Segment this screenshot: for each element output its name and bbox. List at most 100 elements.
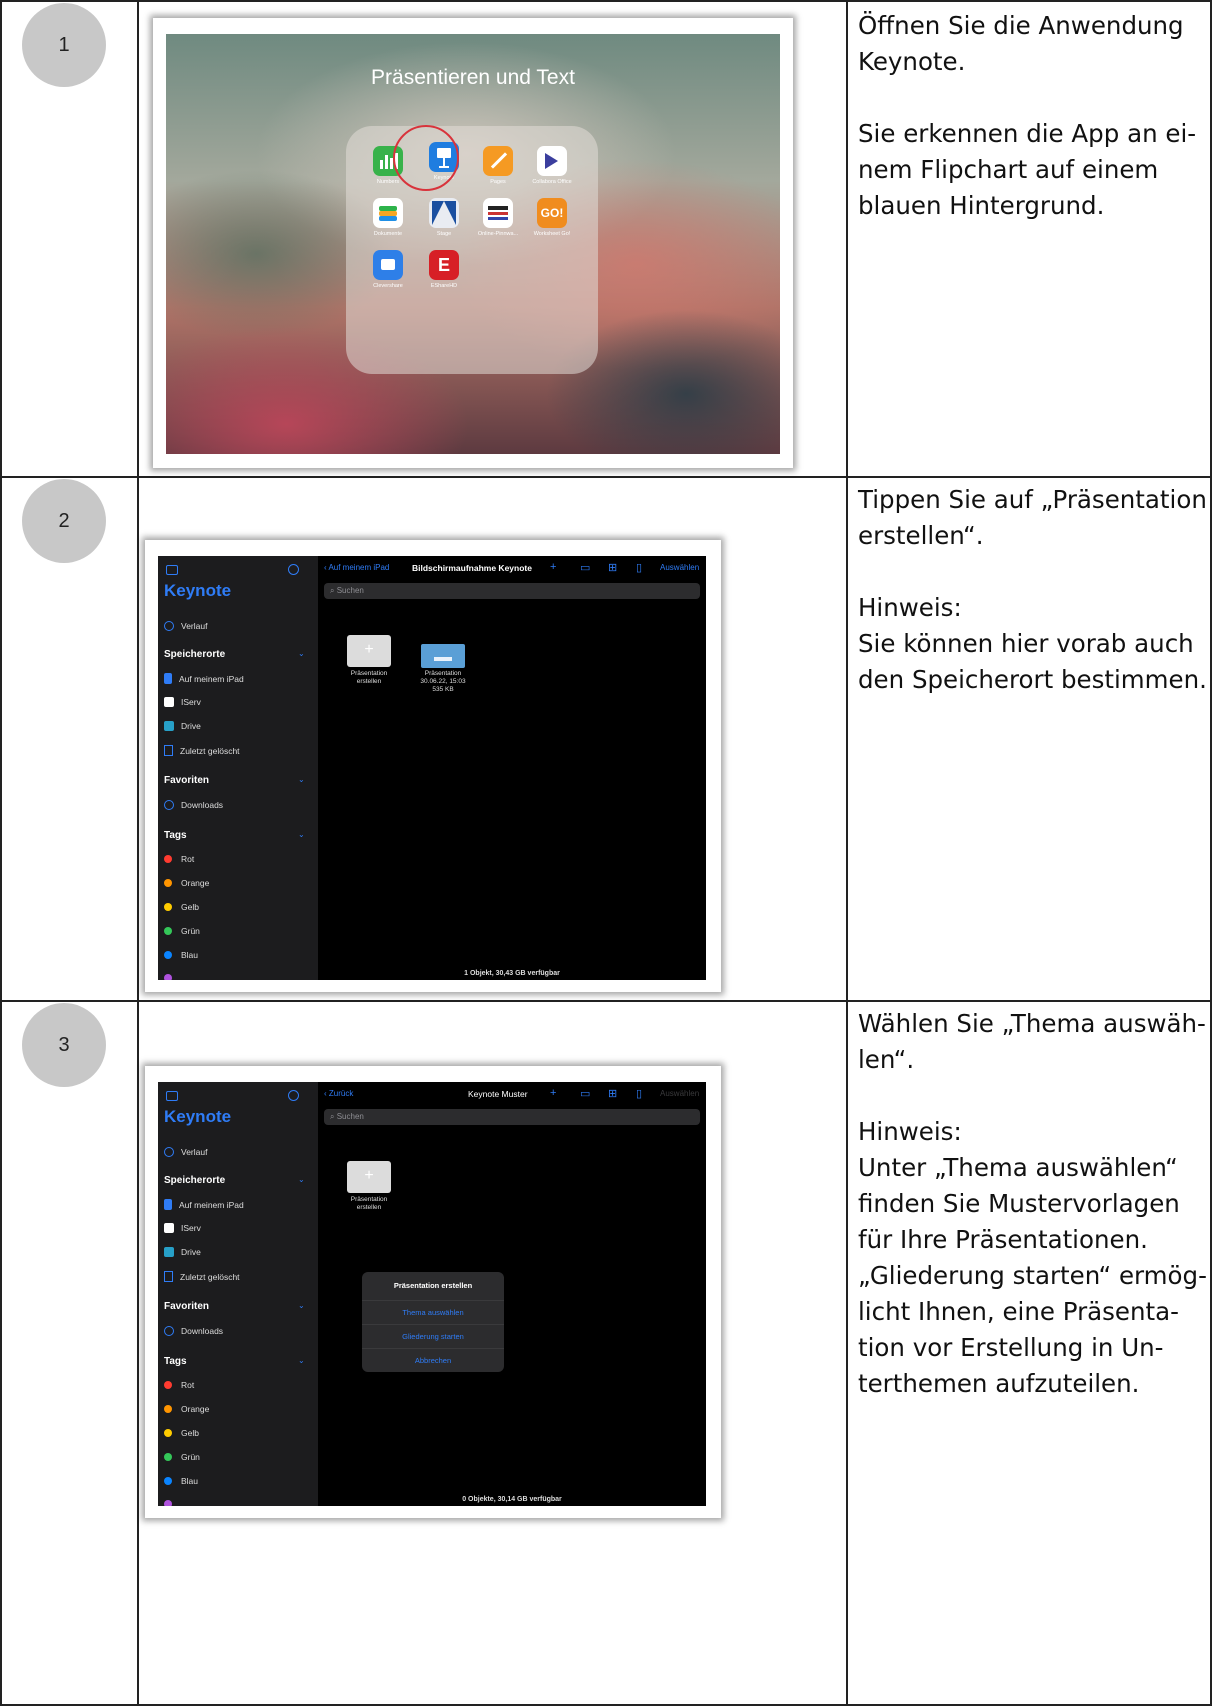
sidebar-item-tag-yellow[interactable]: Gelb [164,1428,199,1438]
sidebar-item-recently-deleted[interactable]: Zuletzt gelöscht [164,745,240,756]
chevron-down-icon[interactable]: ⌄ [298,1356,305,1365]
section-header-favorites: Favoriten [164,1301,210,1312]
tag-dot [164,951,172,959]
sidebar-item-iserv[interactable]: IServ [164,1223,201,1233]
sidebar-item-downloads[interactable]: Downloads [164,1326,223,1336]
new-folder-icon[interactable]: ▭ [580,561,590,574]
app-dokumente[interactable]: Dokumente [360,198,416,237]
back-button[interactable]: ‹ Auf meinem iPad [324,563,389,572]
sidebar-item-iserv[interactable]: IServ [164,697,201,707]
description-line: terthemen aufzuteilen. [858,1369,1140,1398]
file-info: Präsentation 30.06.22, 15:03 535 KB [414,670,472,694]
tile-label: Präsentation erstellen [340,670,398,686]
choose-theme-button[interactable]: Thema auswählen [362,1301,504,1325]
sidebar-toggle-icon[interactable] [166,565,178,575]
app-worksheet-go[interactable]: GO! Worksheet Go! [524,198,580,237]
ipad-home-screen: Präsentieren und Text Numbers Keynote Pa… [166,34,780,454]
sidebar-item-tag-yellow[interactable]: Gelb [164,902,199,912]
new-folder-icon[interactable]: ▭ [580,1087,590,1100]
folder-title: Bildschirmaufnahme Keynote [412,563,532,573]
back-button[interactable]: ‹ Zurück [324,1089,353,1098]
sidebar: Keynote Verlauf Speicherorte ⌄ Auf meine… [158,556,318,980]
app-online-pinnwand[interactable]: Online-Pinnwa... [470,198,526,237]
documents-icon [373,198,403,228]
grid-view-icon[interactable]: ⊞ [608,561,617,574]
app-label: Stage [436,231,452,237]
sidebar-item-tag-red[interactable]: Rot [164,854,194,864]
start-outline-button[interactable]: Gliederung starten [362,1325,504,1349]
sidebar-item-label: Rot [181,854,195,864]
sidebar-item-on-my-ipad[interactable]: Auf meinem iPad [164,1199,244,1210]
app-label: Collabora Office [532,179,572,185]
app-clevershare[interactable]: Clevershare [360,250,416,289]
sidebar-item-on-my-ipad[interactable]: Auf meinem iPad [164,673,244,684]
sidebar-item-tag-red[interactable]: Rot [164,1380,194,1390]
sidebar-item-tag-orange[interactable]: Orange [164,878,209,888]
ipad-icon [164,673,172,684]
chevron-down-icon[interactable]: ⌄ [298,775,305,784]
sidebar-toggle-icon[interactable] [166,1091,178,1101]
sidebar-item-label: IServ [181,697,201,707]
description-line: finden Sie Mustervorlagen [858,1189,1180,1218]
sidebar-item-label: Blau [181,1476,199,1486]
app-pages[interactable]: Pages [470,146,526,185]
more-icon[interactable] [288,1090,299,1101]
tag-dot [164,855,172,863]
select-button[interactable]: Auswählen [660,1089,699,1098]
chevron-down-icon[interactable]: ⌄ [298,1301,305,1310]
sidebar-item-recents[interactable]: Verlauf [164,1147,207,1157]
create-presentation-tile[interactable]: + [347,1161,391,1193]
tag-dot [164,1477,172,1485]
toolbar: ‹ Auf meinem iPad Bildschirmaufnahme Key… [318,556,706,578]
keynote-files-screen: Keynote Verlauf Speicherorte ⌄ Auf meine… [158,556,706,980]
sidebar-item-tag-blue[interactable]: Blau [164,1476,198,1486]
step-description: Öffnen Sie die Anwendung Keynote. Sie er… [858,8,1210,224]
cancel-button[interactable]: Abbrechen [362,1349,504,1372]
clock-icon [164,621,174,631]
app-label: Dokumente [373,231,403,237]
sidebar-item-tag-blue[interactable]: Blau [164,950,198,960]
section-header-locations: Speicherorte [164,649,226,660]
sidebar-item-label: Grün [181,1452,200,1462]
search-input[interactable]: ⌕ Suchen [324,1109,700,1125]
chevron-down-icon[interactable]: ⌄ [298,1175,305,1184]
sidebar-item-downloads[interactable]: Downloads [164,800,223,810]
app-collabora-office[interactable]: Collabora Office [524,146,580,185]
sidebar-item-label: Orange [181,1404,210,1414]
plus-icon[interactable]: + [550,1087,556,1099]
more-icon[interactable] [288,564,299,575]
chevron-down-icon[interactable]: ⌄ [298,830,305,839]
search-placeholder: Suchen [336,1112,364,1121]
worksheet-go-icon: GO! [537,198,567,228]
sidebar-item-tag-green[interactable]: Grün [164,926,200,936]
collabora-icon [537,146,567,176]
plus-icon[interactable]: + [550,561,556,573]
description-line: licht Ihnen, eine Präsenta- [858,1297,1179,1326]
sidebar-item-drive[interactable]: Drive [164,1247,201,1257]
document-icon[interactable]: ▯ [636,1087,642,1100]
chevron-down-icon[interactable]: ⌄ [298,649,305,658]
section-header-locations: Speicherorte [164,1175,226,1186]
sidebar-item-tag-green[interactable]: Grün [164,1452,200,1462]
tile-label-line: Präsentation [350,1196,388,1203]
grid-view-icon[interactable]: ⊞ [608,1087,617,1100]
search-input[interactable]: ⌕ Suchen [324,583,700,599]
search-icon: ⌕ [330,586,337,595]
app-esharehd[interactable]: E EShareHD [416,250,472,289]
sidebar-item-drive[interactable]: Drive [164,721,201,731]
app-title: Keynote [164,581,232,600]
create-presentation-tile[interactable]: + [347,635,391,667]
tile-label: Präsentation erstellen [340,1196,398,1212]
action-sheet: Präsentation erstellen Thema auswählen G… [362,1272,504,1372]
section-header-tags: Tags [164,1356,187,1367]
document-icon[interactable]: ▯ [636,561,642,574]
sidebar-item-tag-orange[interactable]: Orange [164,1404,209,1414]
app-stage[interactable]: Stage [416,198,472,237]
select-button[interactable]: Auswählen [660,563,699,572]
tag-dot [164,1405,172,1413]
description-line: nem Flipchart auf einem [858,155,1159,184]
presentation-thumbnail[interactable] [421,644,465,668]
step-number: 2 [22,479,106,563]
sidebar-item-recents[interactable]: Verlauf [164,621,207,631]
sidebar-item-recently-deleted[interactable]: Zuletzt gelöscht [164,1271,240,1282]
